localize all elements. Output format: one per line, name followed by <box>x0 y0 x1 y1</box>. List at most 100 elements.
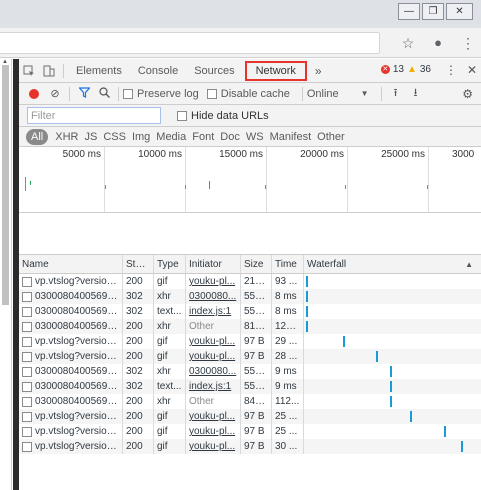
initiator-link[interactable]: youku-pl... <box>189 336 235 347</box>
request-name-cell[interactable]: 03000804005697... <box>19 394 123 409</box>
search-icon[interactable] <box>94 86 114 101</box>
disable-cache-checkbox[interactable]: Disable cache <box>206 88 290 100</box>
initiator-link[interactable]: youku-pl... <box>189 441 235 452</box>
initiator-cell[interactable]: youku-pl... <box>186 424 241 439</box>
type-filter-js[interactable]: JS <box>81 129 100 145</box>
checkbox-box <box>22 411 32 422</box>
table-row[interactable]: vp.vtslog?version... 200 gif youku-pl... 97 … <box>19 334 481 349</box>
table-row[interactable]: 03000804005697... 302 xhr 0300080... 553 B8 … <box>19 289 481 304</box>
record-icon[interactable] <box>29 88 39 99</box>
request-name: 03000804005697... <box>35 321 119 332</box>
waterfall-cell <box>304 364 481 379</box>
export-har-icon[interactable]: ⭳ <box>406 84 426 103</box>
initiator-link[interactable]: youku-pl... <box>189 276 235 287</box>
initiator-link[interactable]: youku-pl... <box>189 351 235 362</box>
initiator-cell[interactable]: 0300080... <box>186 364 241 379</box>
column-status[interactable]: Stat... <box>123 255 154 273</box>
restore-button[interactable]: ❐ <box>422 3 444 20</box>
type-filter-font[interactable]: Font <box>189 129 217 145</box>
table-row[interactable]: 03000804005697... 302 text... index.js:1 553… <box>19 304 481 319</box>
time-cell: 28 ... <box>272 349 304 364</box>
table-row[interactable]: vp.vtslog?version... 200 gif youku-pl... 97 … <box>19 409 481 424</box>
gear-icon[interactable]: ⚙ <box>462 87 473 101</box>
more-tabs-button[interactable]: » <box>309 64 328 78</box>
table-row[interactable]: vp.vtslog?version... 200 gif youku-pl... 97 … <box>19 439 481 454</box>
table-row[interactable]: vp.vtslog?version... 200 gif youku-pl... 97 … <box>19 349 481 364</box>
initiator-cell[interactable]: index.js:1 <box>186 304 241 319</box>
request-name: vp.vtslog?version... <box>35 276 119 287</box>
request-name-cell[interactable]: vp.vtslog?version... <box>19 409 123 424</box>
tab-elements[interactable]: Elements <box>68 60 130 82</box>
table-row[interactable]: vp.vtslog?version... 200 gif youku-pl... 97 … <box>19 424 481 439</box>
type-filter-css[interactable]: CSS <box>100 129 129 145</box>
column-waterfall[interactable]: Waterfall ▲ <box>304 255 481 273</box>
close-window-button[interactable]: ✕ <box>446 3 473 20</box>
table-row[interactable]: vp.vtslog?version... 200 gif youku-pl... 212… <box>19 274 481 289</box>
request-name-cell[interactable]: vp.vtslog?version... <box>19 274 123 289</box>
request-name-cell[interactable]: 03000804005697... <box>19 379 123 394</box>
initiator-link[interactable]: youku-pl... <box>189 426 235 437</box>
request-name-cell[interactable]: vp.vtslog?version... <box>19 424 123 439</box>
filter-icon[interactable] <box>74 86 94 101</box>
type-cell: gif <box>154 274 186 289</box>
minimize-button[interactable]: — <box>398 3 420 20</box>
initiator-cell[interactable]: 0300080... <box>186 289 241 304</box>
filter-input[interactable] <box>27 107 161 124</box>
tab-sources[interactable]: Sources <box>186 60 242 82</box>
type-filter-manifest[interactable]: Manifest <box>267 129 315 145</box>
request-name-cell[interactable]: 03000804005697... <box>19 289 123 304</box>
initiator-cell[interactable]: youku-pl... <box>186 349 241 364</box>
column-time[interactable]: Time <box>272 255 304 273</box>
checkbox-box <box>206 88 217 99</box>
request-name-cell[interactable]: vp.vtslog?version... <box>19 334 123 349</box>
preserve-log-checkbox[interactable]: Preserve log <box>123 88 199 100</box>
column-name[interactable]: Name <box>19 255 123 273</box>
type-filter-xhr[interactable]: XHR <box>52 129 81 145</box>
initiator-cell[interactable]: index.js:1 <box>186 379 241 394</box>
close-devtools-icon[interactable]: ✕ <box>467 63 477 77</box>
initiator-link[interactable]: 0300080... <box>189 291 236 302</box>
network-overview-timeline[interactable]: 5000 ms 10000 ms 15000 ms 20000 ms 25000 ms 3… <box>19 147 481 213</box>
address-bar[interactable] <box>0 32 380 54</box>
type-filter-doc[interactable]: Doc <box>217 129 243 145</box>
devtools-menu-icon[interactable]: ⋮ <box>445 63 457 77</box>
request-name-cell[interactable]: 03000804005697... <box>19 319 123 334</box>
type-filter-ws[interactable]: WS <box>243 129 267 145</box>
request-name-cell[interactable]: vp.vtslog?version... <box>19 439 123 454</box>
column-size[interactable]: Size <box>241 255 272 273</box>
throttling-select[interactable]: Online ▼ <box>307 88 369 100</box>
tab-console[interactable]: Console <box>130 60 186 82</box>
menu-icon[interactable]: ⋮ <box>461 34 475 52</box>
error-warning-counter[interactable]: ✕ 13 ▲ 36 <box>380 64 431 75</box>
column-type[interactable]: Type <box>154 255 186 273</box>
request-name-cell[interactable]: 03000804005697... <box>19 364 123 379</box>
hide-data-urls-checkbox[interactable]: Hide data URLs <box>177 110 269 122</box>
initiator-cell[interactable]: youku-pl... <box>186 334 241 349</box>
import-har-icon[interactable]: ⭱ <box>386 84 406 103</box>
table-row[interactable]: 03000804005697... 302 xhr 0300080... 555 B9 … <box>19 364 481 379</box>
table-row[interactable]: 03000804005697... 200 xhr Other 815... 121... <box>19 319 481 334</box>
initiator-cell[interactable]: youku-pl... <box>186 274 241 289</box>
star-icon[interactable]: ☆ <box>401 34 415 52</box>
type-filter-media[interactable]: Media <box>153 129 189 145</box>
initiator-link[interactable]: index.js:1 <box>189 306 231 317</box>
type-filter-img[interactable]: Img <box>129 129 153 145</box>
initiator-cell[interactable]: youku-pl... <box>186 409 241 424</box>
tab-network[interactable]: Network <box>244 60 307 81</box>
type-filter-all[interactable]: All <box>26 128 49 145</box>
account-icon[interactable]: ● <box>431 34 445 52</box>
type-filter-other[interactable]: Other <box>314 129 348 145</box>
request-name-cell[interactable]: vp.vtslog?version... <box>19 349 123 364</box>
table-row[interactable]: 03000804005697... 200 xhr Other 848... 112... <box>19 394 481 409</box>
initiator-link[interactable]: index.js:1 <box>189 381 231 392</box>
column-initiator[interactable]: Initiator <box>186 255 241 273</box>
initiator-cell[interactable]: youku-pl... <box>186 439 241 454</box>
table-row[interactable]: 03000804005697... 302 text... index.js:1 555… <box>19 379 481 394</box>
initiator-link[interactable]: 0300080... <box>189 366 236 377</box>
request-name-cell[interactable]: 03000804005697... <box>19 304 123 319</box>
page-scrollbar[interactable] <box>2 65 9 305</box>
device-toolbar-icon[interactable] <box>39 60 59 82</box>
clear-icon[interactable]: ⊘ <box>45 87 65 100</box>
inspect-element-icon[interactable] <box>19 60 39 82</box>
initiator-link[interactable]: youku-pl... <box>189 411 235 422</box>
